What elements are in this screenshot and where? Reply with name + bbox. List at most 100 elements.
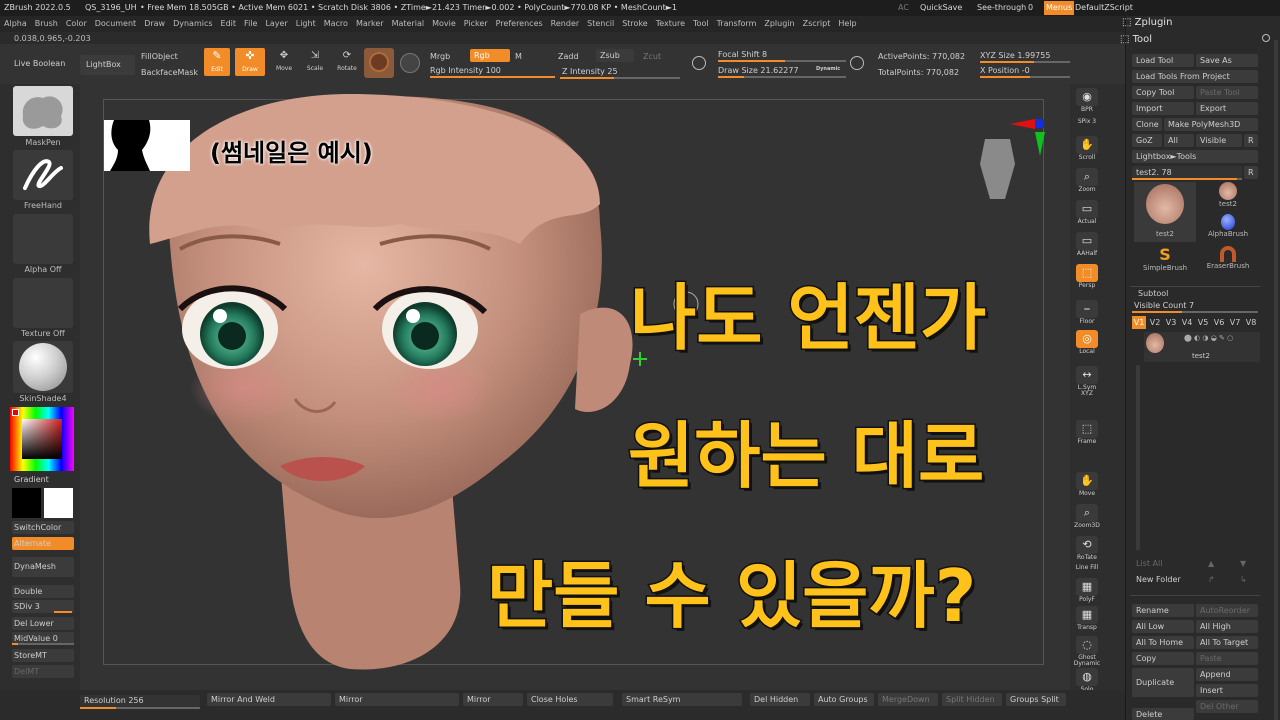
shelf-zoom3d-button[interactable]: ⌕ Zoom3D	[1072, 504, 1102, 534]
goz-all-button[interactable]: All	[1164, 134, 1194, 147]
rotate-button[interactable]: ⟳ Rotate	[332, 48, 362, 76]
live-boolean-button[interactable]: Live Boolean	[14, 59, 65, 68]
load-tools-from-project-button[interactable]: Load Tools From Project	[1132, 70, 1258, 83]
menu-draw[interactable]: Draw	[140, 16, 169, 32]
draw-size-slider[interactable]: Draw Size 21.62277	[718, 66, 799, 75]
menu-material[interactable]: Material	[388, 16, 429, 32]
autoreorder-button[interactable]: AutoReorder	[1196, 604, 1258, 617]
edit-button[interactable]: ✎ Edit	[204, 48, 230, 76]
import-button[interactable]: Import	[1132, 102, 1194, 115]
switchcolor-button[interactable]: SwitchColor	[12, 521, 74, 534]
del-hidden-button[interactable]: Del Hidden	[750, 693, 810, 706]
zcut-button[interactable]: Zcut	[643, 52, 661, 61]
paste-button[interactable]: Paste	[1196, 652, 1258, 665]
append-button[interactable]: Append	[1196, 668, 1258, 681]
tool-thumb-simplebrush[interactable]: S SimpleBrush	[1134, 246, 1196, 276]
delete-button[interactable]: Delete	[1132, 708, 1194, 720]
menu-tool[interactable]: Tool	[689, 16, 713, 32]
lightbox-button[interactable]: LightBox	[80, 55, 135, 75]
duplicate-button[interactable]: Duplicate	[1132, 668, 1194, 697]
palette-scrollbar[interactable]	[1274, 40, 1278, 720]
copy-tool-button[interactable]: Copy Tool	[1132, 86, 1194, 99]
move-button[interactable]: ✥ Move	[270, 48, 298, 76]
dock-icon[interactable]	[1262, 34, 1270, 42]
menu-color[interactable]: Color	[62, 16, 91, 32]
shelf-move-button[interactable]: ✋ Move	[1072, 472, 1102, 502]
menus-button[interactable]: Menus	[1044, 1, 1075, 15]
new-folder-button[interactable]: New Folder	[1132, 573, 1194, 586]
save-as-button[interactable]: Save As	[1196, 54, 1258, 67]
version-tab-v6[interactable]: V6	[1212, 316, 1226, 329]
menu-layer[interactable]: Layer	[261, 16, 291, 32]
main-color-swatch[interactable]	[12, 488, 41, 518]
rgb-intensity-slider[interactable]: Rgb Intensity 100	[430, 66, 501, 75]
tool-thumb-alphabrush[interactable]: AlphaBrush	[1198, 214, 1258, 244]
version-tab-v7[interactable]: V7	[1228, 316, 1242, 329]
tool-header[interactable]: ⬚ Tool	[1120, 34, 1152, 45]
merge-down-button[interactable]: MergeDown	[878, 693, 938, 706]
lightbox-tools-button[interactable]: Lightbox►Tools	[1132, 150, 1258, 163]
skinshade-material-icon[interactable]	[13, 341, 73, 393]
arrow-up-icon[interactable]: ▲	[1208, 559, 1214, 568]
delmt-button[interactable]: DelMT	[12, 665, 74, 678]
z-intensity-slider[interactable]: Z Intensity 25	[562, 67, 618, 76]
menu-edit[interactable]: Edit	[217, 16, 241, 32]
menu-alpha[interactable]: Alpha	[0, 16, 31, 32]
shelf-local-button[interactable]: ◎ Local	[1072, 330, 1102, 360]
version-tab-v2[interactable]: V2	[1148, 316, 1162, 329]
load-tool-button[interactable]: Load Tool	[1132, 54, 1194, 67]
menu-picker[interactable]: Picker	[460, 16, 492, 32]
quicksave-button[interactable]: QuickSave	[920, 0, 962, 16]
auto-groups-button[interactable]: Auto Groups	[814, 693, 874, 706]
mirror-button-2[interactable]: Mirror	[463, 693, 523, 706]
version-tab-v4[interactable]: V4	[1180, 316, 1194, 329]
shelf-xyz-button[interactable]: XYZ	[1072, 390, 1102, 420]
mirror-and-weld-button[interactable]: Mirror And Weld	[207, 693, 331, 706]
menu-macro[interactable]: Macro	[320, 16, 352, 32]
texture-off-icon[interactable]	[13, 278, 73, 328]
fillobject-button[interactable]: FillObject	[141, 52, 178, 61]
del-lower-button[interactable]: Del Lower	[12, 617, 74, 630]
shelf-frame-button[interactable]: ⬚ Frame	[1072, 420, 1102, 450]
shelf-persp-button[interactable]: ⬚ Persp	[1072, 264, 1102, 294]
menu-movie[interactable]: Movie	[428, 16, 460, 32]
material-swatch[interactable]	[364, 48, 394, 78]
make-polymesh-button[interactable]: Make PolyMesh3D	[1164, 118, 1258, 131]
version-tab-v8[interactable]: V8	[1244, 316, 1258, 329]
shelf-actual-button[interactable]: ▭ Actual	[1072, 200, 1102, 230]
xyz-size-slider[interactable]: XYZ Size 1.99755	[980, 51, 1050, 60]
menu-light[interactable]: Light	[292, 16, 320, 32]
groups-split-button[interactable]: Groups Split	[1006, 693, 1066, 706]
visible-count-slider[interactable]: Visible Count 7	[1134, 301, 1194, 310]
clone-button[interactable]: Clone	[1132, 118, 1162, 131]
subtool-item-test2[interactable]: ⬤ ◐ ◑ ◒ ✎ ○ test2	[1144, 332, 1260, 362]
shelf-bpr-button[interactable]: ◉ BPR	[1072, 88, 1102, 118]
secondary-color-swatch[interactable]	[44, 488, 73, 518]
tool-thumb-test2-small[interactable]: test2	[1198, 182, 1258, 212]
list-all-button[interactable]: List All	[1132, 557, 1194, 570]
menu-texture[interactable]: Texture	[652, 16, 689, 32]
menu-document[interactable]: Document	[91, 16, 140, 32]
x-position-slider[interactable]: X Position -0	[980, 66, 1030, 75]
alternate-button[interactable]: Alternate	[12, 537, 74, 550]
version-tab-v1[interactable]: V1	[1132, 316, 1146, 329]
del-other-button[interactable]: Del Other	[1196, 700, 1258, 713]
menu-render[interactable]: Render	[547, 16, 583, 32]
arrow-down-icon[interactable]: ▼	[1240, 559, 1246, 568]
menu-stencil[interactable]: Stencil	[583, 16, 618, 32]
all-high-button[interactable]: All High	[1196, 620, 1258, 633]
color-square[interactable]	[22, 419, 62, 459]
move-down-icon[interactable]: ↳	[1240, 575, 1247, 584]
menu-marker[interactable]: Marker	[352, 16, 388, 32]
alpha-off-icon[interactable]	[13, 214, 73, 264]
goz-r-button[interactable]: R	[1244, 134, 1258, 147]
scale-button[interactable]: ⇲ Scale	[301, 48, 329, 76]
shelf-floor-button[interactable]: ⎯ Floor	[1072, 300, 1102, 330]
zadd-button[interactable]: Zadd	[558, 52, 579, 61]
shelf-aahalf-button[interactable]: ▭ AAHalf	[1072, 232, 1102, 262]
mirror-button[interactable]: Mirror	[335, 693, 459, 706]
focal-shift-slider[interactable]: Focal Shift 8	[718, 50, 767, 59]
tool-r-button[interactable]: R	[1244, 166, 1258, 179]
shelf-zoom-button[interactable]: ⌕ Zoom	[1072, 168, 1102, 198]
zplugin-header[interactable]: ⬚ Zplugin	[1122, 17, 1172, 28]
